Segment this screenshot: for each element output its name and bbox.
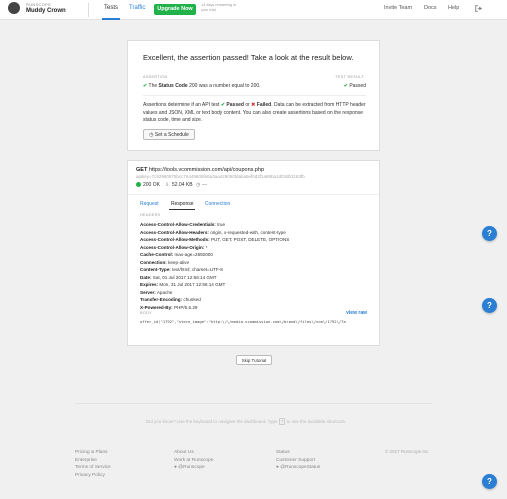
org-switcher[interactable]: Muddy Crown: [26, 8, 66, 14]
copyright: © 2017 Runscope Inc.: [385, 449, 430, 454]
footer-link[interactable]: ● @Runscope: [174, 464, 213, 472]
http-method: GET: [136, 167, 148, 173]
logout-icon[interactable]: [475, 5, 483, 14]
response-header: Cache-Control: max-age=2592000: [140, 252, 213, 257]
response-header: Access-Control-Allow-Methods: PUT, GET, …: [140, 237, 290, 242]
response-header: Transfer-Encoding: chunked: [140, 297, 201, 302]
footer-links-about: About Us Work at Runscope ● @Runscope: [174, 449, 213, 472]
result-status: ✔ Passed: [343, 83, 366, 89]
tab-connection[interactable]: Connection: [205, 201, 230, 207]
footer-link[interactable]: Terms of Service: [75, 464, 111, 472]
request-result-card: GET https://tools.vcommission.com/api/co…: [127, 160, 380, 346]
tab-request[interactable]: Request: [140, 201, 159, 207]
footer-links-support: Status Customer Support ● @RunscopeStatu…: [276, 449, 320, 472]
footer-link[interactable]: Enterprise: [75, 457, 111, 465]
docs-link[interactable]: Docs: [424, 5, 437, 11]
check-icon: ✔: [343, 83, 348, 89]
response-header: Access-Control-Allow-Origin: *: [140, 244, 208, 250]
footer-link[interactable]: ● @RunscopeStatus: [276, 464, 320, 472]
nav-traffic-link[interactable]: Traffic: [129, 5, 145, 11]
assertion-description: Assertions determine if an API test ✔ Pa…: [143, 102, 366, 123]
question-icon: ?: [487, 229, 492, 238]
response-header: Expires: Mon, 31 Jul 2017 12:56:14 GMT: [140, 282, 226, 287]
response-header: Connection: keep-alive: [140, 259, 190, 265]
assertion-column-label: ASSERTION: [143, 75, 168, 79]
question-icon: ?: [487, 301, 492, 310]
twitter-icon: ●: [174, 465, 177, 471]
upgrade-now-button[interactable]: Upgrade Now: [154, 4, 196, 15]
help-link[interactable]: Help: [448, 5, 459, 11]
skip-tutorial-button[interactable]: Skip Tutorial: [236, 355, 272, 365]
response-header: Access-Control-Allow-Headers: origin, x-…: [140, 229, 286, 235]
tab-response[interactable]: Response: [171, 201, 194, 207]
response-body[interactable]: offer_id❘"1792","store_image":"http:\/\/…: [140, 319, 367, 324]
set-schedule-button[interactable]: ◷ Set a Schedule: [143, 129, 195, 140]
footer-link[interactable]: Status: [276, 449, 320, 457]
headers-label: HEADERS: [140, 213, 161, 217]
footer-link[interactable]: Work at Runscope: [174, 457, 213, 465]
body-label: BODY: [140, 311, 152, 315]
response-header: X-Powered-By: PHP/5.6.29: [140, 304, 198, 310]
runscope-logo-icon[interactable]: [8, 2, 20, 14]
footer-link[interactable]: Privacy Policy: [75, 472, 111, 480]
assertion-row: ✔ The Status Code 200 was a number equal…: [143, 82, 366, 92]
invite-team-link[interactable]: Invite Team: [384, 5, 412, 11]
footer-link[interactable]: Customer Support: [276, 457, 320, 465]
divider: [128, 194, 379, 195]
request-line[interactable]: GET https://tools.vcommission.com/api/co…: [136, 167, 264, 173]
help-chat-button[interactable]: ?: [482, 474, 497, 489]
result-title: Excellent, the assertion passed! Take a …: [143, 53, 354, 62]
footer-link[interactable]: About Us: [174, 449, 213, 457]
tutorial-hint-button[interactable]: ?: [482, 298, 497, 313]
check-icon: ✔: [220, 102, 226, 108]
tutorial-hint-button[interactable]: ?: [482, 226, 497, 241]
response-header: Date: Sat, 01 Jul 2017 12:56:14 GMT: [140, 274, 217, 280]
assertion-result-card: Excellent, the assertion passed! Take a …: [127, 40, 380, 151]
response-header: Access-Control-Allow-Credentials: true: [140, 222, 226, 227]
response-size: 52.04 KB: [172, 181, 193, 188]
response-time: —: [202, 181, 207, 188]
clock-icon: ◷: [149, 132, 154, 138]
footer-links-company: Pricing & Plans Enterprise Terms of Serv…: [75, 449, 111, 480]
assertion-text: ✔ The Status Code 200 was a number equal…: [143, 83, 261, 89]
active-tab-indicator: [102, 18, 120, 20]
download-icon: ⇩: [165, 181, 170, 188]
trial-days-remaining: 14 days remaining in your trial: [201, 3, 237, 12]
keyboard-shortcut-hint: Did you know? Use the keyboard to naviga…: [146, 418, 347, 425]
status-code: 200 OK: [143, 181, 160, 188]
twitter-icon: ●: [276, 465, 279, 471]
question-key: ?: [278, 418, 286, 425]
request-url: https://tools.vcommission.com/api/coupon…: [148, 167, 265, 173]
divider: [143, 95, 366, 96]
test-result-column-label: TEST RESULT: [335, 75, 364, 79]
status-dot-icon: [136, 182, 141, 187]
active-tab-indicator: [169, 209, 195, 210]
cross-icon: ✖: [251, 102, 256, 108]
check-icon: ✔: [143, 83, 148, 89]
clock-icon: ◷: [196, 181, 201, 188]
nav-divider: [88, 3, 89, 17]
org-label: RUNSCOPE: [26, 2, 52, 7]
view-raw-link[interactable]: view raw: [346, 310, 367, 316]
nav-tests-link[interactable]: Tests: [104, 5, 118, 11]
response-header: Server: Apache: [140, 289, 173, 295]
response-header: Content-Type: text/html; charset=UTF-8: [140, 267, 223, 272]
footer-divider: [75, 403, 432, 404]
top-nav: RUNSCOPE Muddy Crown Tests Traffic Upgra…: [0, 0, 507, 20]
request-query-string: apikey=7c52960975bcc7644960bfe8a3aa42905…: [136, 174, 305, 179]
question-icon: ?: [487, 477, 492, 486]
footer-link[interactable]: Pricing & Plans: [75, 449, 111, 457]
